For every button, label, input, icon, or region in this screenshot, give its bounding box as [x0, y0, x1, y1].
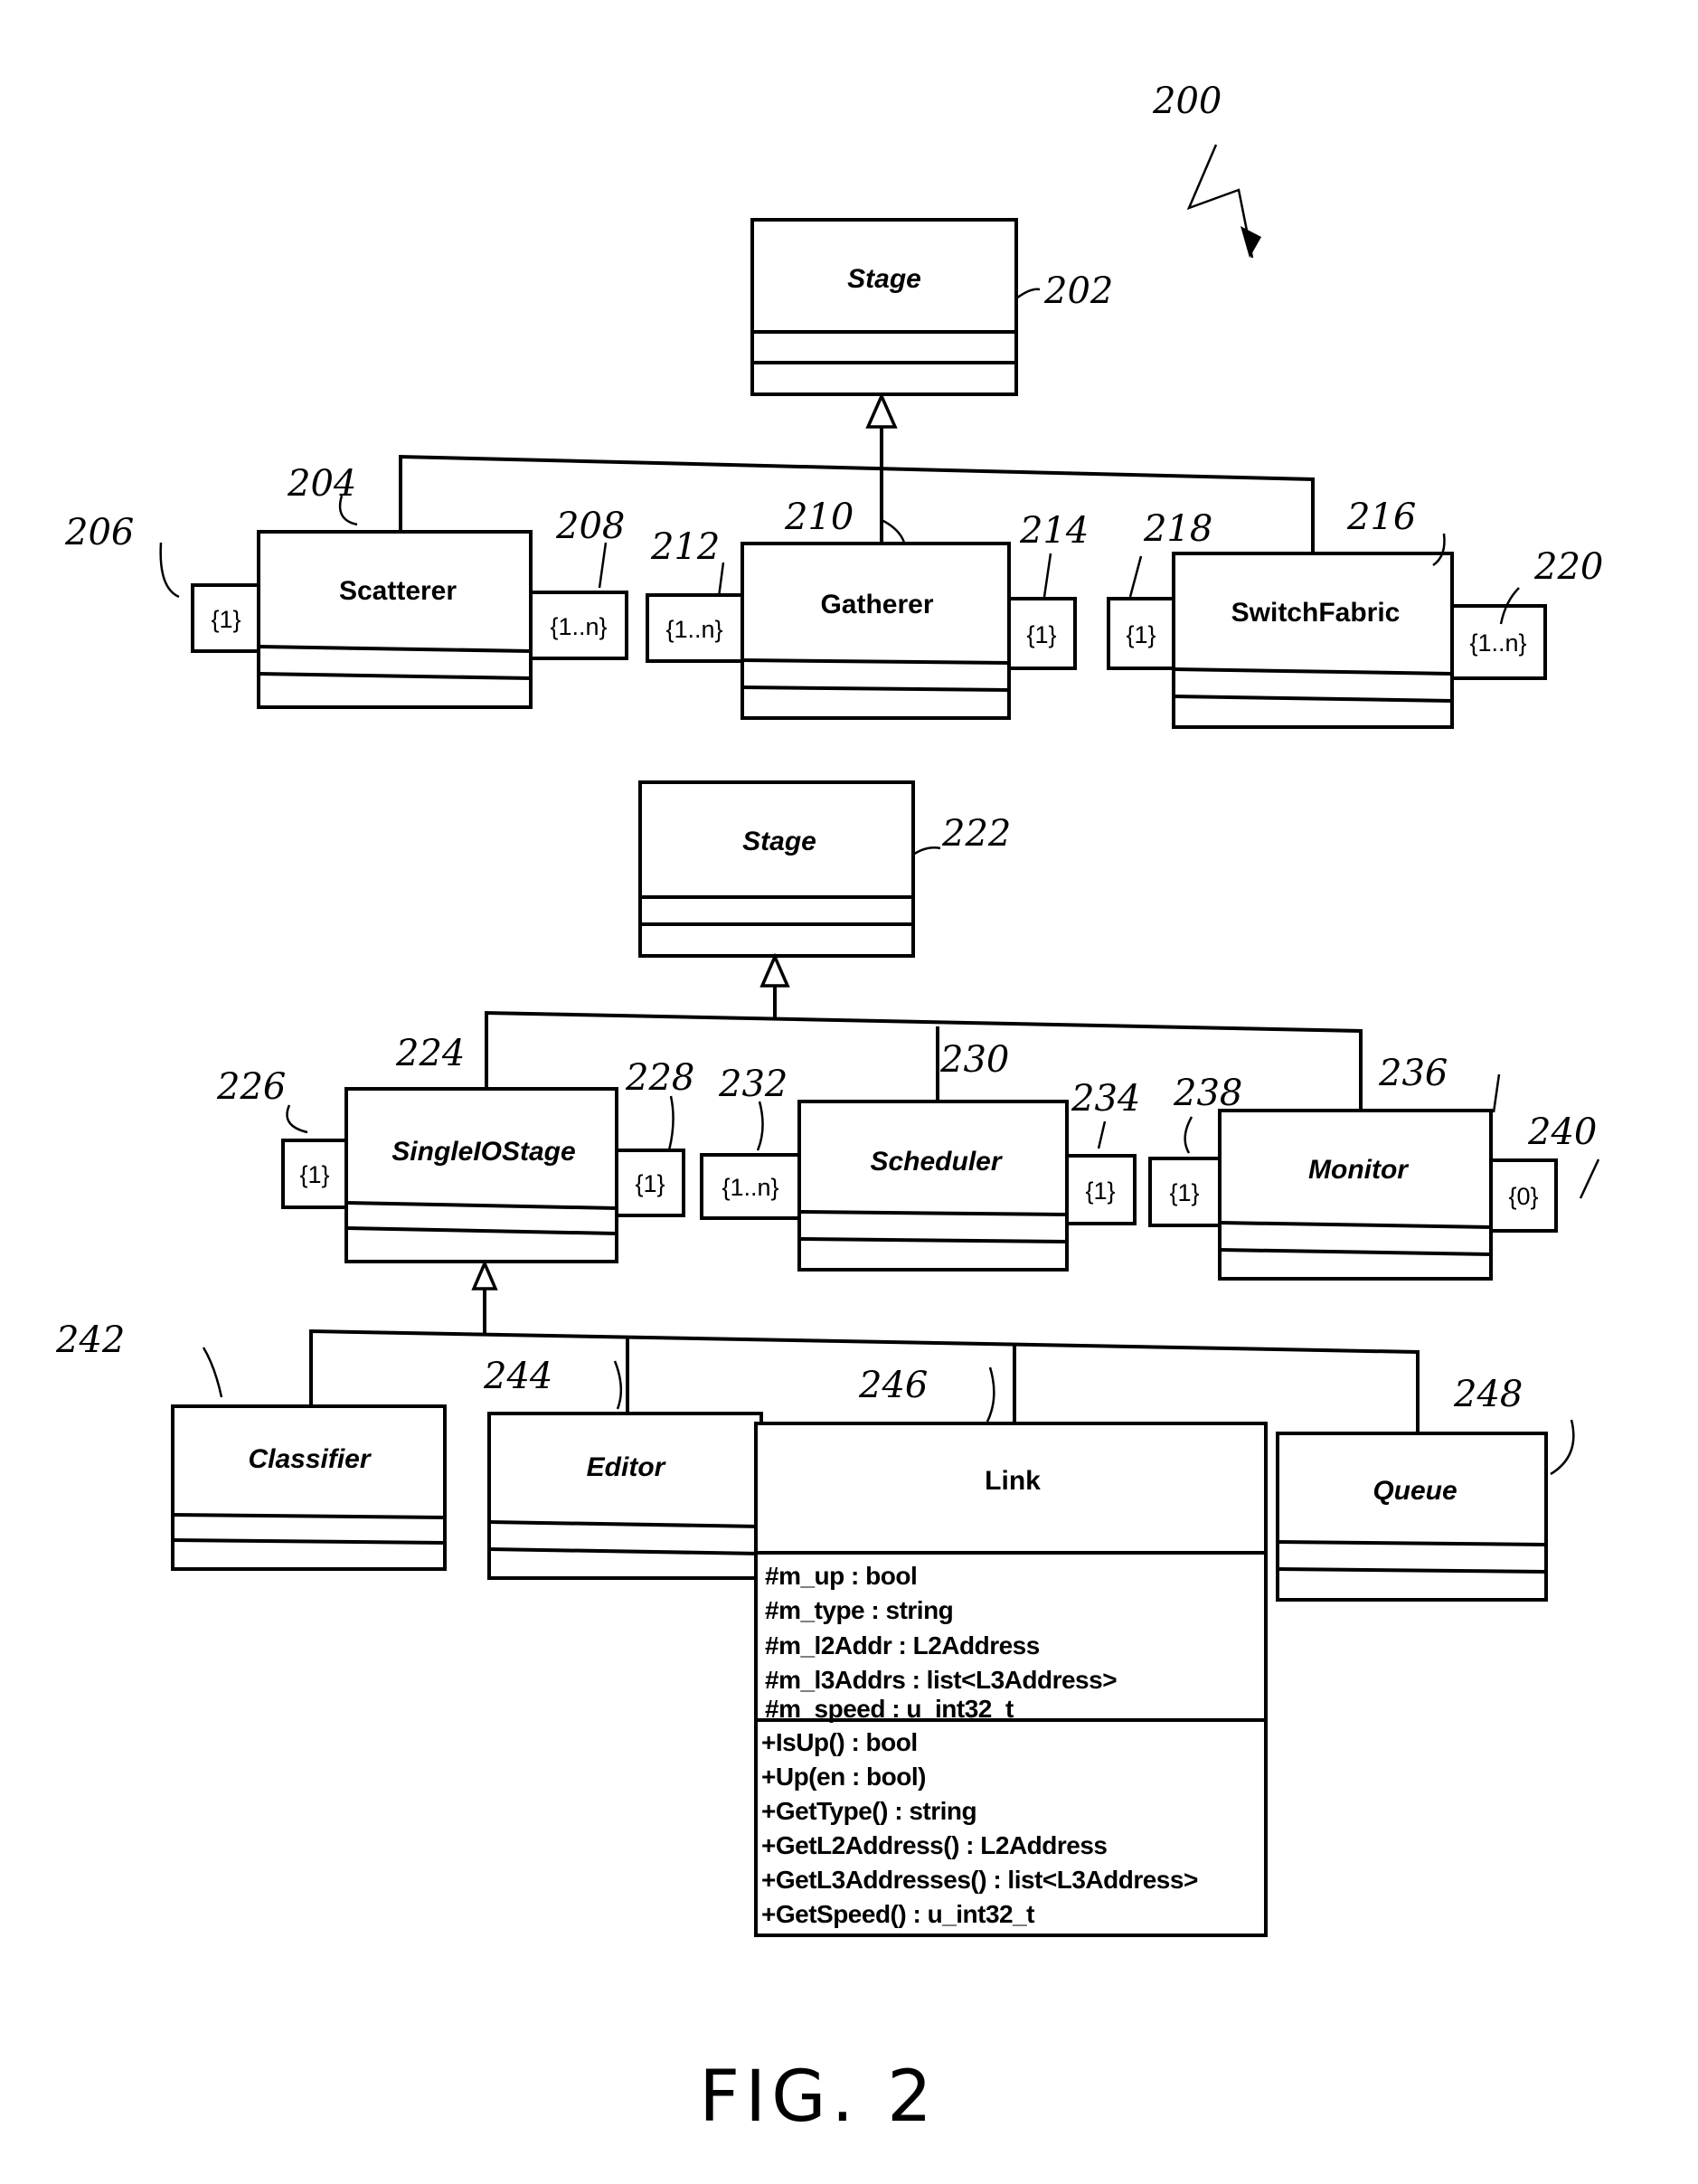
class-name: Classifier	[248, 1444, 372, 1474]
operation: +GetType() : string	[761, 1797, 976, 1825]
generalization-arrow-icon	[865, 392, 898, 429]
multiplicity-left: {1}	[1169, 1179, 1199, 1206]
ref-218: 218	[1143, 508, 1212, 550]
class-stage-222: Stage	[638, 780, 915, 958]
class-stage-202: Stage	[750, 218, 1018, 396]
class-singleiostage: {1} {1} SingleIOStage	[281, 1087, 685, 1263]
leader-246	[986, 1366, 995, 1423]
multiplicity-left: {1}	[299, 1161, 329, 1188]
ref-238: 238	[1173, 1073, 1242, 1114]
class-name: Gatherer	[820, 590, 933, 619]
multiplicity-right: {0}	[1508, 1183, 1538, 1210]
class-queue: Queue	[1276, 1432, 1548, 1602]
multiplicity-right: {1..n}	[550, 613, 607, 640]
attribute: #m_l3Addrs : list<L3Address>	[765, 1666, 1117, 1694]
leader-206	[159, 542, 180, 599]
ref-206: 206	[64, 512, 134, 553]
class-gatherer: {1..n} {1} Gatherer	[646, 542, 1077, 720]
attribute: #m_type : string	[765, 1596, 953, 1624]
ref-200: 200	[1152, 80, 1222, 122]
class-link: Link #m_up : bool #m_type : string #m_l2…	[754, 1422, 1268, 1937]
ref-226: 226	[216, 1066, 286, 1108]
operation: +Up(en : bool)	[761, 1763, 926, 1791]
leader-242	[202, 1347, 223, 1398]
class-name: Scheduler	[870, 1147, 1003, 1177]
ref-208: 208	[555, 506, 625, 547]
leader-228	[667, 1095, 674, 1151]
class-name: Stage	[847, 264, 921, 294]
attribute: #m_up : bool	[765, 1562, 917, 1590]
class-name: Scatterer	[339, 576, 457, 606]
ref-230: 230	[939, 1039, 1009, 1081]
multiplicity-left: {1..n}	[665, 616, 722, 643]
class-name: SingleIOStage	[391, 1137, 575, 1167]
leader-240	[1579, 1158, 1600, 1199]
ref-244: 244	[483, 1356, 552, 1397]
generalization-arrow-icon	[759, 952, 790, 988]
multiplicity-left: {1}	[211, 606, 241, 633]
leader-248	[1550, 1419, 1575, 1476]
ref-232: 232	[718, 1064, 788, 1105]
leader-222	[912, 846, 941, 856]
uml-class-diagram: 200 Stage 202 {1} {1..n} Scatterer 206 2…	[55, 80, 1603, 2138]
class-name: Editor	[587, 1452, 667, 1482]
leader-214	[1042, 553, 1052, 598]
ref-202: 202	[1043, 270, 1113, 312]
class-name: Monitor	[1308, 1155, 1410, 1185]
ref-228: 228	[625, 1057, 694, 1099]
class-editor: Editor	[487, 1412, 763, 1580]
ref-248: 248	[1453, 1374, 1523, 1415]
ref-242: 242	[55, 1319, 125, 1361]
class-scatterer: {1} {1..n} Scatterer	[191, 530, 628, 709]
multiplicity-left: {1}	[1126, 621, 1156, 648]
ref-224: 224	[395, 1033, 465, 1074]
class-classifier: Classifier	[171, 1404, 447, 1571]
leader-238	[1184, 1116, 1193, 1154]
ref-240: 240	[1527, 1111, 1597, 1153]
class-monitor: {1} {0} Monitor	[1148, 1109, 1558, 1281]
leader-244	[613, 1360, 623, 1410]
multiplicity-right: {1}	[635, 1170, 665, 1197]
multiplicity-left: {1..n}	[722, 1174, 778, 1201]
ref-204: 204	[287, 463, 356, 505]
leader-208	[598, 542, 608, 589]
leader-232	[756, 1101, 764, 1151]
leader-218	[1128, 555, 1143, 598]
ref-216: 216	[1346, 496, 1416, 538]
leader-226	[286, 1104, 308, 1134]
attribute: #m_speed : u_int32_t	[765, 1695, 1014, 1723]
ref-200-arrowhead-icon	[1240, 226, 1261, 258]
ref-234: 234	[1071, 1078, 1140, 1120]
class-name: Queue	[1373, 1476, 1457, 1506]
leader-234	[1097, 1120, 1107, 1149]
class-name: SwitchFabric	[1231, 598, 1401, 628]
operation: +IsUp() : bool	[761, 1728, 918, 1756]
ref-246: 246	[858, 1365, 928, 1406]
ref-222: 222	[941, 813, 1011, 855]
operation: +GetL2Address() : L2Address	[761, 1831, 1108, 1859]
class-scheduler: {1..n} {1} Scheduler	[700, 1100, 1137, 1272]
leader-236	[1492, 1073, 1501, 1113]
class-name: Stage	[742, 827, 816, 856]
leader-202	[1015, 288, 1041, 300]
ref-200-arrow-icon	[1186, 144, 1254, 259]
ref-214: 214	[1019, 510, 1089, 552]
attribute: #m_l2Addr : L2Address	[765, 1631, 1040, 1659]
class-switchfabric: {1} {1..n} SwitchFabric	[1107, 552, 1547, 729]
multiplicity-right: {1..n}	[1469, 629, 1526, 657]
ref-236: 236	[1378, 1053, 1448, 1094]
operation: +GetSpeed() : u_int32_t	[761, 1900, 1034, 1928]
ref-220: 220	[1533, 546, 1603, 588]
figure-label: FIG. 2	[699, 2056, 938, 2138]
operation: +GetL3Addresses() : list<L3Address>	[761, 1866, 1198, 1894]
class-name: Link	[985, 1466, 1041, 1496]
multiplicity-right: {1}	[1026, 621, 1056, 648]
generalization-arrow-icon	[471, 1259, 498, 1291]
multiplicity-right: {1}	[1085, 1177, 1115, 1205]
leader-210	[881, 518, 906, 544]
ref-212: 212	[650, 526, 720, 568]
ref-210: 210	[784, 496, 854, 538]
